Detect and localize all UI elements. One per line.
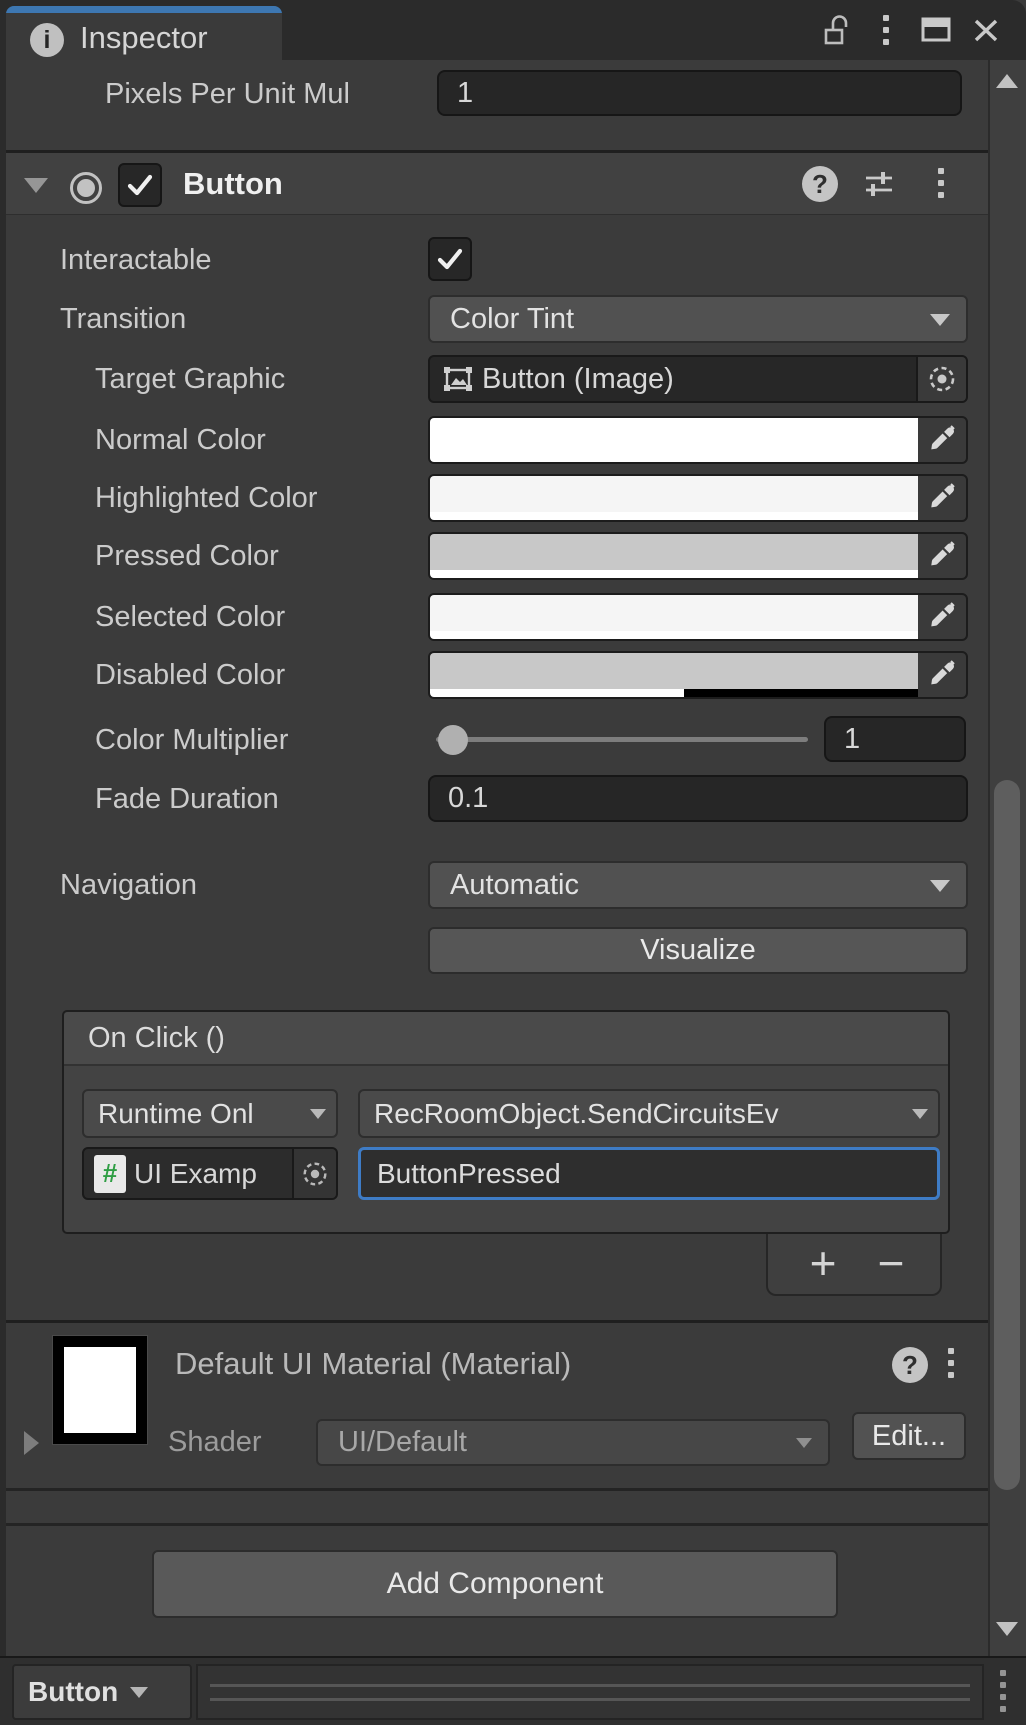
scroll-up-arrow[interactable] [996, 74, 1018, 88]
color-multiplier-label: Color Multiplier [95, 716, 288, 764]
active-tab-accent [6, 6, 282, 13]
chevron-down-icon [796, 1438, 812, 1448]
help-icon[interactable]: ? [892, 1347, 928, 1383]
event-mode-value: Runtime Onl [98, 1098, 254, 1130]
pressed-color-swatch[interactable] [428, 532, 968, 580]
scrollbar-thumb[interactable] [994, 780, 1020, 1490]
info-icon: i [30, 23, 64, 57]
transition-dropdown[interactable]: Color Tint [428, 295, 968, 343]
visualize-button[interactable]: Visualize [428, 927, 968, 974]
disabled-color-swatch[interactable] [428, 651, 968, 699]
edit-material-button[interactable]: Edit... [852, 1412, 966, 1460]
divider [6, 1488, 988, 1491]
event-target-field[interactable]: # UI Examp [82, 1147, 338, 1200]
on-click-title: On Click () [88, 1022, 225, 1055]
event-mode-dropdown[interactable]: Runtime Onl [82, 1089, 338, 1138]
shader-value: UI/Default [338, 1426, 467, 1459]
shader-dropdown[interactable]: UI/Default [316, 1419, 830, 1466]
selected-color-label: Selected Color [95, 593, 285, 641]
event-function-dropdown[interactable]: RecRoomObject.SendCircuitsEv [358, 1089, 940, 1138]
divider [6, 1320, 988, 1323]
eyedropper-icon[interactable] [918, 534, 966, 578]
scroll-down-arrow[interactable] [996, 1622, 1018, 1636]
highlighted-color-swatch[interactable] [428, 474, 968, 522]
disabled-color-label: Disabled Color [95, 651, 285, 699]
eyedropper-icon[interactable] [918, 653, 966, 697]
remove-event-button[interactable]: − [856, 1234, 926, 1292]
selected-color-swatch[interactable] [428, 593, 968, 641]
maximize-icon[interactable] [918, 12, 954, 48]
preview-object-value: Button [28, 1676, 118, 1708]
on-click-event-box: On Click () Runtime Onl RecRoomObject.Se… [62, 1010, 950, 1234]
eyedropper-icon[interactable] [918, 595, 966, 639]
add-component-button[interactable]: Add Component [152, 1550, 838, 1618]
help-icon[interactable]: ? [802, 166, 838, 202]
target-graphic-value: Button (Image) [482, 363, 916, 396]
add-event-button[interactable]: + [788, 1234, 858, 1292]
unlock-icon[interactable] [820, 12, 856, 48]
event-argument-input[interactable] [358, 1147, 940, 1200]
color-multiplier-slider-handle[interactable] [438, 725, 468, 755]
normal-color-label: Normal Color [95, 416, 266, 464]
target-graphic-label: Target Graphic [95, 355, 285, 403]
color-multiplier-field[interactable] [824, 716, 966, 762]
interactable-checkbox[interactable] [428, 237, 472, 281]
navigation-dropdown[interactable]: Automatic [428, 861, 968, 909]
normal-color-swatch[interactable] [428, 416, 968, 464]
event-function-value: RecRoomObject.SendCircuitsEv [374, 1098, 779, 1130]
foldout-expanded-icon[interactable] [24, 178, 48, 193]
presets-icon[interactable] [862, 168, 896, 205]
object-picker-icon[interactable] [292, 1149, 336, 1198]
transition-label: Transition [60, 295, 186, 343]
event-target-value: UI Examp [134, 1158, 292, 1190]
fade-duration-label: Fade Duration [95, 775, 279, 823]
navigation-label: Navigation [60, 861, 197, 909]
pixels-per-unit-field[interactable] [437, 70, 962, 116]
chevron-down-icon [930, 314, 950, 326]
bottom-bar-menu-icon[interactable] [1000, 1670, 1006, 1712]
material-preview-thumbnail[interactable] [52, 1335, 148, 1445]
material-title: Default UI Material (Material) [175, 1340, 571, 1388]
transition-value: Color Tint [450, 303, 574, 336]
interactable-label: Interactable [60, 236, 212, 284]
button-component-title: Button [183, 160, 283, 208]
shader-label: Shader [168, 1418, 262, 1466]
bottom-bar: Button [0, 1656, 1026, 1725]
window-menu-icon[interactable] [868, 12, 904, 48]
tab-inspector[interactable]: i Inspector [6, 6, 282, 60]
button-enabled-checkbox[interactable] [118, 163, 162, 207]
eyedropper-icon[interactable] [918, 418, 966, 462]
chevron-down-icon [310, 1109, 326, 1119]
script-icon: # [94, 1155, 126, 1193]
close-icon[interactable] [968, 12, 1004, 48]
target-graphic-field[interactable]: Button (Image) [428, 355, 968, 403]
divider [6, 1523, 988, 1526]
preview-object-dropdown[interactable]: Button [12, 1664, 192, 1720]
chevron-down-icon [912, 1109, 928, 1119]
chevron-down-icon [130, 1687, 148, 1698]
button-component-icon [68, 170, 104, 211]
highlighted-color-label: Highlighted Color [95, 474, 317, 522]
pixels-per-unit-label: Pixels Per Unit Mul [105, 70, 350, 118]
image-icon [442, 363, 474, 395]
eyedropper-icon[interactable] [918, 476, 966, 520]
foldout-collapsed-icon[interactable] [24, 1431, 39, 1455]
inspector-window: i Inspector Pixels Per Unit Mul Button ?… [0, 0, 1026, 1725]
navigation-value: Automatic [450, 869, 579, 902]
pressed-color-label: Pressed Color [95, 532, 279, 580]
on-click-header[interactable]: On Click () [64, 1012, 948, 1066]
color-multiplier-slider-track[interactable] [436, 737, 808, 742]
event-list-footer: + − [766, 1234, 942, 1296]
material-menu-icon[interactable] [948, 1348, 954, 1378]
window-left-edge [0, 0, 6, 1725]
preview-resize-grip[interactable] [196, 1664, 984, 1720]
tab-title: Inspector [80, 16, 208, 60]
fade-duration-field[interactable] [428, 775, 968, 822]
tab-strip: i Inspector [0, 0, 1026, 60]
component-menu-icon[interactable] [938, 168, 944, 198]
object-picker-icon[interactable] [916, 357, 966, 401]
chevron-down-icon [930, 880, 950, 892]
